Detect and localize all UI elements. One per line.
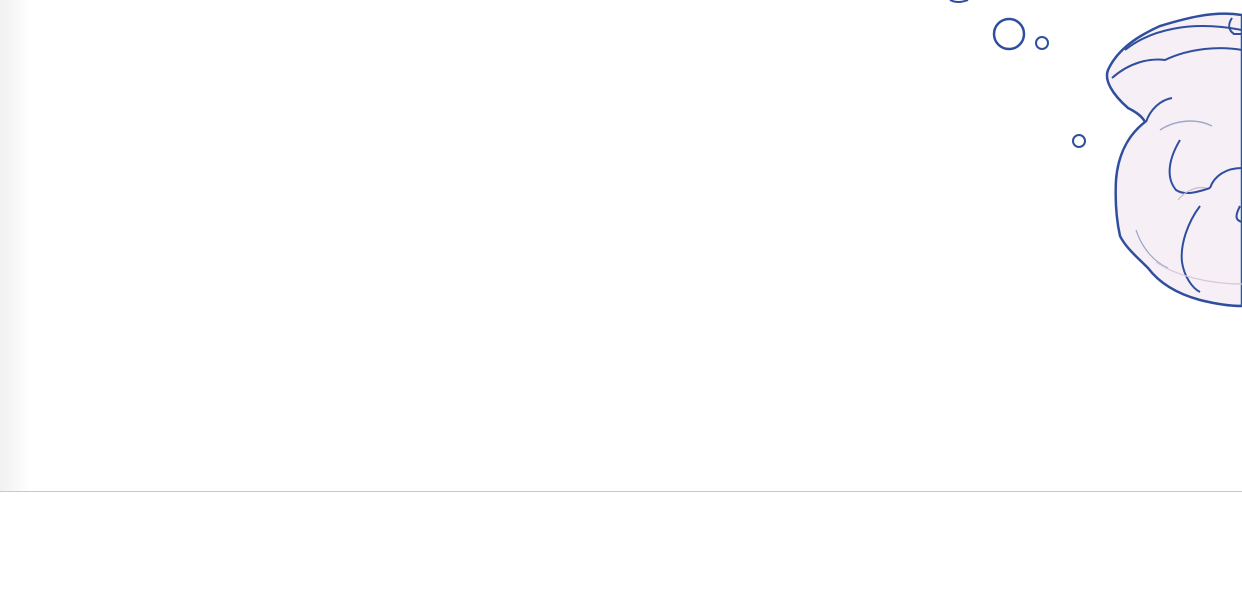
cloud-illustration: [949, 0, 1242, 308]
bubble-icon: [1072, 134, 1086, 148]
screenshot-stage: [0, 0, 1242, 600]
bubble-icon: [1035, 36, 1049, 50]
cloud-sketch: [1105, 12, 1242, 308]
bubble-icon: [992, 17, 1026, 51]
blank-area: [0, 492, 1242, 600]
illustration-panel: [0, 0, 1242, 491]
bubble-icon: [949, 0, 969, 3]
